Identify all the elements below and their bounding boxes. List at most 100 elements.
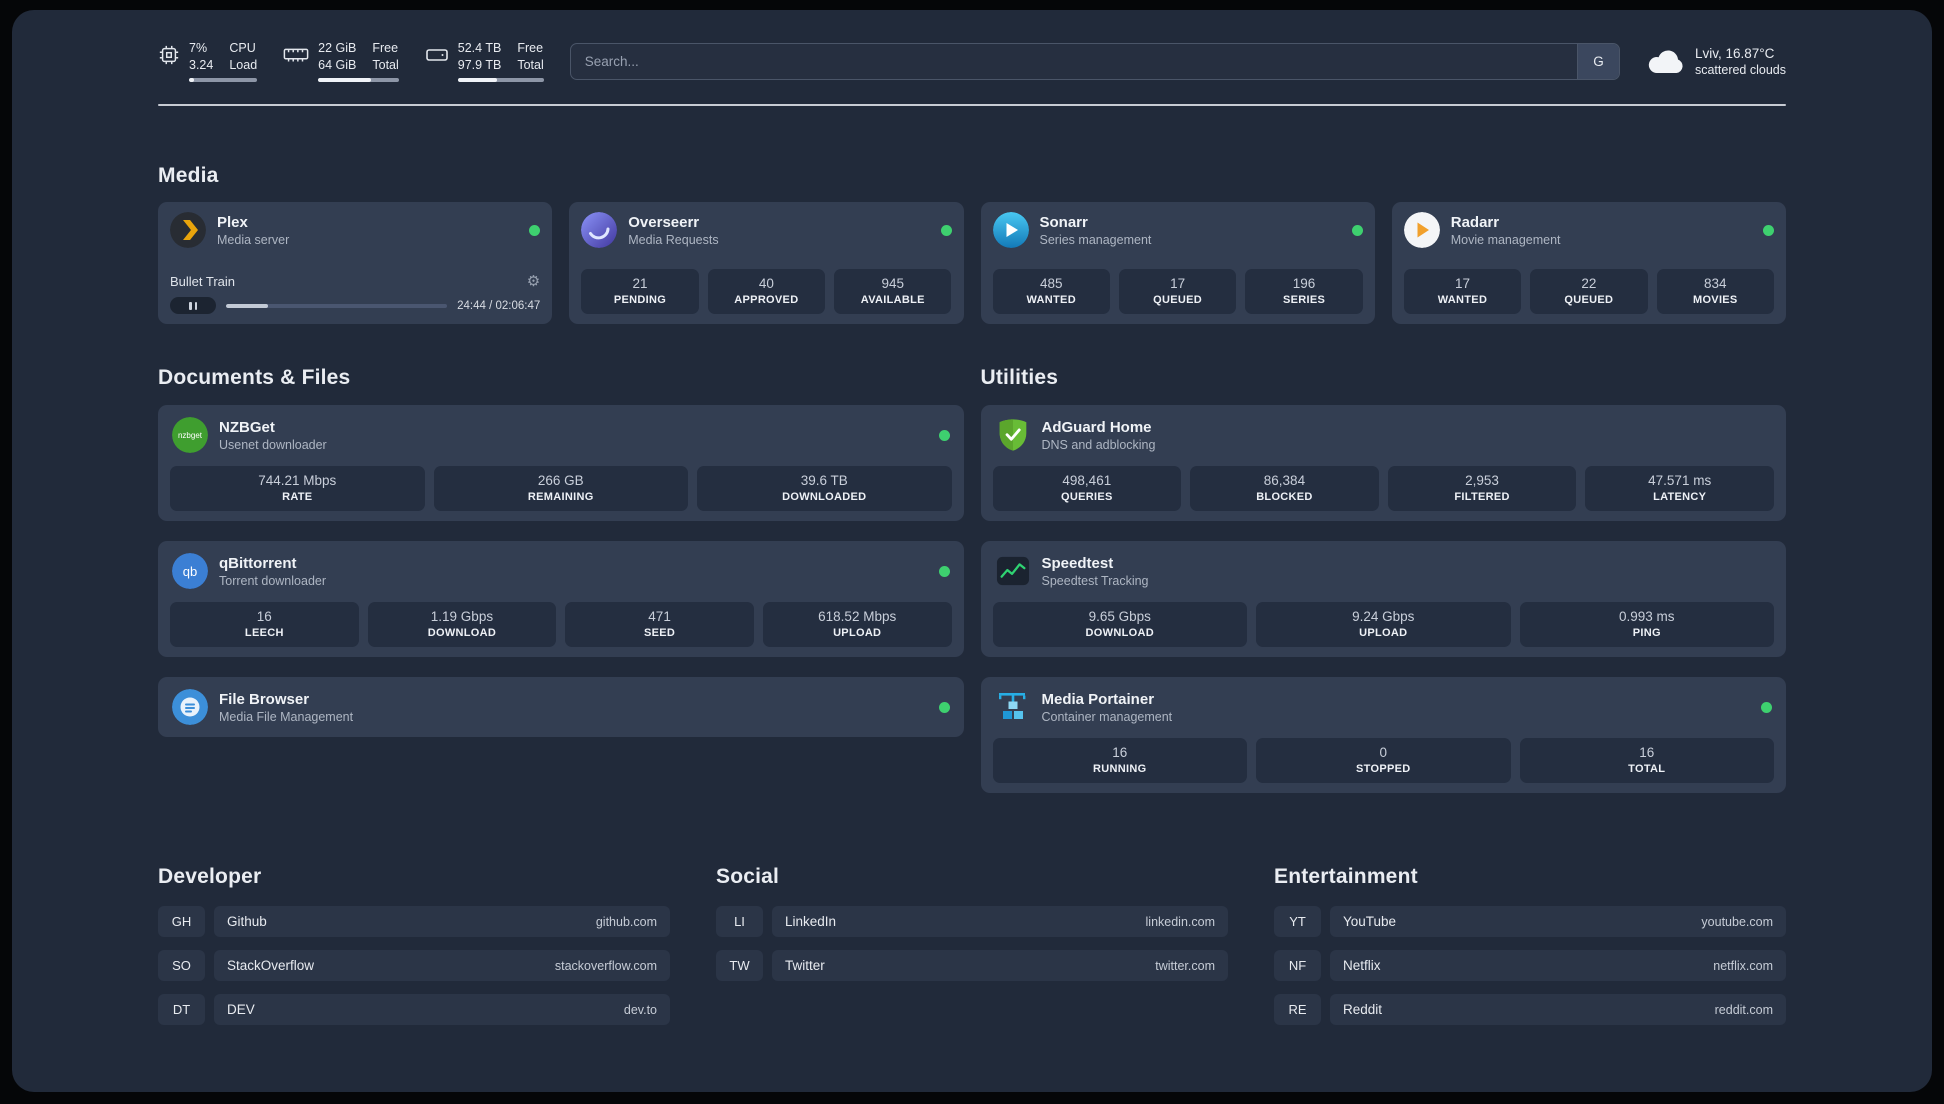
service-card-adguard[interactable]: AdGuard Home DNS and adblocking 498,461 … [980,405,1786,521]
service-card-plex[interactable]: Plex Media server Bullet Train ⚙ 24:44 /… [158,202,553,324]
section-title-utilities: Utilities [980,366,1059,389]
status-dot [1761,701,1772,713]
stat-value: 16 [1112,745,1128,760]
svg-text:nzbget: nzbget [178,431,203,440]
section-title-developer: Developer [158,865,262,888]
section-utilities: Utilities AdGuard Home DNS and adblockin… [980,366,1786,793]
bookmark-name: Github [227,914,267,929]
bookmark-url: netflix.com [1713,958,1773,973]
stat-tile: 1.19 Gbps DOWNLOAD [367,602,557,647]
bookmark-dev[interactable]: DT DEV dev.to [158,994,670,1025]
service-subtitle: Movie management [1450,232,1561,247]
stat-label: LATENCY [1653,491,1707,503]
pause-button[interactable] [170,297,216,314]
stat-label: BLOCKED [1256,491,1313,503]
service-name: Sonarr [1039,213,1088,231]
bookmark-twitter[interactable]: TW Twitter twitter.com [716,950,1228,981]
service-card-qbittorrent[interactable]: qb qBittorrent Torrent downloader 16 LEE… [158,541,964,657]
service-name: File Browser [219,690,310,708]
bookmark-group-entertainment: Entertainment YT YouTube youtube.com NF … [1274,865,1786,1038]
stat-label: LEECH [244,627,284,639]
service-card-overseerr[interactable]: Overseerr Media Requests 21 PENDING 40 A… [569,202,964,324]
status-dot [1763,224,1774,236]
service-card-radarr[interactable]: Radarr Movie management 17 WANTED 22 QUE… [1391,202,1786,324]
stat-label: RATE [282,491,313,503]
playback-progress-bar[interactable] [226,303,448,308]
stat-tile: 2,953 FILTERED [1387,466,1577,511]
stat-tile: 47.571 ms LATENCY [1585,466,1774,511]
status-dot [938,701,950,713]
service-card-sonarr[interactable]: Sonarr Series management 485 WANTED 17 Q… [980,202,1375,324]
bookmark-netflix[interactable]: NF Netflix netflix.com [1274,950,1786,981]
svg-text:qb: qb [183,564,197,579]
service-card-filebrowser[interactable]: File Browser Media File Management [158,677,964,737]
status-dot [529,224,541,236]
stat-value: 21 [632,276,648,291]
stat-value: 945 [881,276,905,291]
memory-icon [283,48,309,62]
service-name: Overseerr [628,213,700,231]
service-name: AdGuard Home [1041,418,1152,436]
stat-tile: 834 MOVIES [1656,269,1774,314]
bookmark-youtube[interactable]: YT YouTube youtube.com [1274,906,1786,937]
service-name: NZBGet [219,418,275,436]
sonarr-icon [992,212,1029,248]
service-subtitle: Series management [1039,232,1152,247]
bookmark-url: youtube.com [1701,914,1773,929]
service-card-nzbget[interactable]: nzbget NZBGet Usenet downloader 744.21 M… [158,405,964,521]
dashboard-window: 7% 3.24 CPU Load 22 GiB 64 GiB Free Tota… [12,10,1932,1092]
bookmark-url: twitter.com [1155,958,1215,973]
bookmark-name: LinkedIn [785,914,837,929]
service-subtitle: Media Requests [628,232,719,247]
service-card-portainer[interactable]: Media Portainer Container management 16 … [980,677,1786,793]
overseerr-icon [581,212,618,248]
stat-label: PING [1632,627,1661,639]
bookmark-url: stackoverflow.com [554,958,657,973]
stat-label: STOPPED [1356,763,1411,775]
stat-tile: 86,384 BLOCKED [1190,466,1379,511]
stat-tile: 16 LEECH [170,602,359,647]
service-subtitle: Container management [1041,709,1173,724]
stat-tile: 744.21 Mbps RATE [170,466,425,511]
stat-value: 834 [1704,276,1727,291]
stat-tile: 266 GB REMAINING [433,466,688,511]
weather-widget: Lviv, 16.87°C scattered clouds [1646,46,1786,77]
stat-label: SEED [643,627,676,639]
stat-value: 0 [1379,745,1387,760]
memory-total-label: Total [372,57,399,72]
plex-now-playing: Bullet Train ⚙ 24:44 / 02:06:47 [170,266,540,314]
search-input[interactable] [570,43,1577,79]
disk-icon [425,49,448,61]
stat-value: 47.571 ms [1648,473,1712,488]
search-provider-button[interactable]: G [1576,43,1619,79]
stat-tile: 0 STOPPED [1256,738,1511,783]
stat-value: 86,384 [1263,473,1306,488]
cloud-icon [1648,50,1683,74]
stat-tile: 9.24 Gbps UPLOAD [1256,602,1511,647]
bookmark-reddit[interactable]: RE Reddit reddit.com [1274,994,1786,1025]
bookmark-name: DEV [227,1002,255,1017]
bookmark-group-social: Social LI LinkedIn linkedin.com TW Twitt… [716,865,1228,994]
bookmark-linkedin[interactable]: LI LinkedIn linkedin.com [716,906,1228,937]
bookmark-github[interactable]: GH Github github.com [158,906,670,937]
stat-tile: 485 WANTED [992,269,1110,314]
service-subtitle: DNS and adblocking [1041,437,1156,452]
stat-value: 618.52 Mbps [818,609,897,624]
search-bar: G [569,42,1620,80]
cpu-load-value: 3.24 [189,57,214,72]
stat-tile: 17 WANTED [1403,269,1522,314]
service-card-speedtest[interactable]: Speedtest Speedtest Tracking 9.65 Gbps D… [980,541,1786,657]
stat-tile: 17 QUEUED [1118,269,1237,314]
bookmark-stackoverflow[interactable]: SO StackOverflow stackoverflow.com [158,950,670,981]
topbar: 7% 3.24 CPU Load 22 GiB 64 GiB Free Tota… [158,40,1786,82]
service-name: Speedtest [1041,554,1114,572]
stat-tile: 40 APPROVED [707,269,826,314]
stat-label: DOWNLOAD [1085,627,1154,639]
radarr-icon [1403,212,1440,248]
section-media: Media Plex Media server Bullet Train ⚙ 2… [158,164,1786,324]
stat-value: 16 [1639,745,1655,760]
gear-icon[interactable]: ⚙ [527,274,540,289]
stat-label: MOVIES [1692,294,1738,306]
stat-label: FILTERED [1454,491,1510,503]
cpu-label: CPU [229,41,256,55]
